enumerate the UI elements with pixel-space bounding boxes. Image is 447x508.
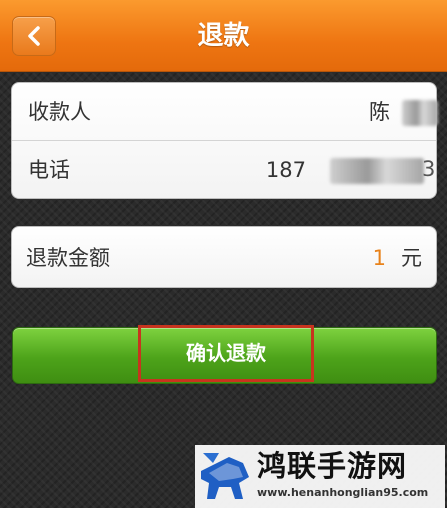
page-title: 退款 [197, 21, 250, 51]
payee-row: 收款人 陈 [12, 83, 438, 141]
payee-redaction-blur [402, 100, 438, 126]
bull-logo-icon [201, 453, 249, 499]
refund-amount-label: 退款金额 [26, 246, 110, 270]
payee-info-card: 收款人 陈 电话 187 3 [11, 82, 438, 199]
phone-value-tail: 3 [422, 157, 436, 181]
refund-amount-card: 退款金额 1 元 [11, 226, 437, 288]
confirm-refund-label[interactable]: 确认退款 [138, 325, 314, 382]
phone-label: 电话 [28, 158, 70, 182]
phone-value: 187 [265, 158, 306, 182]
payee-label: 收款人 [28, 100, 91, 124]
refund-amount-unit: 元 [401, 246, 422, 270]
watermark: 鸿联手游网 www.henanhonglian95.com [195, 445, 445, 508]
watermark-url: www.henanhonglian95.com [257, 486, 429, 499]
refund-amount-value: 1 [372, 246, 386, 270]
watermark-title: 鸿联手游网 [257, 449, 408, 483]
payee-value: 陈 [369, 100, 390, 124]
header-bar: 退款 [0, 0, 447, 72]
phone-redaction-blur [330, 158, 424, 184]
phone-row: 电话 187 3 [12, 141, 436, 199]
